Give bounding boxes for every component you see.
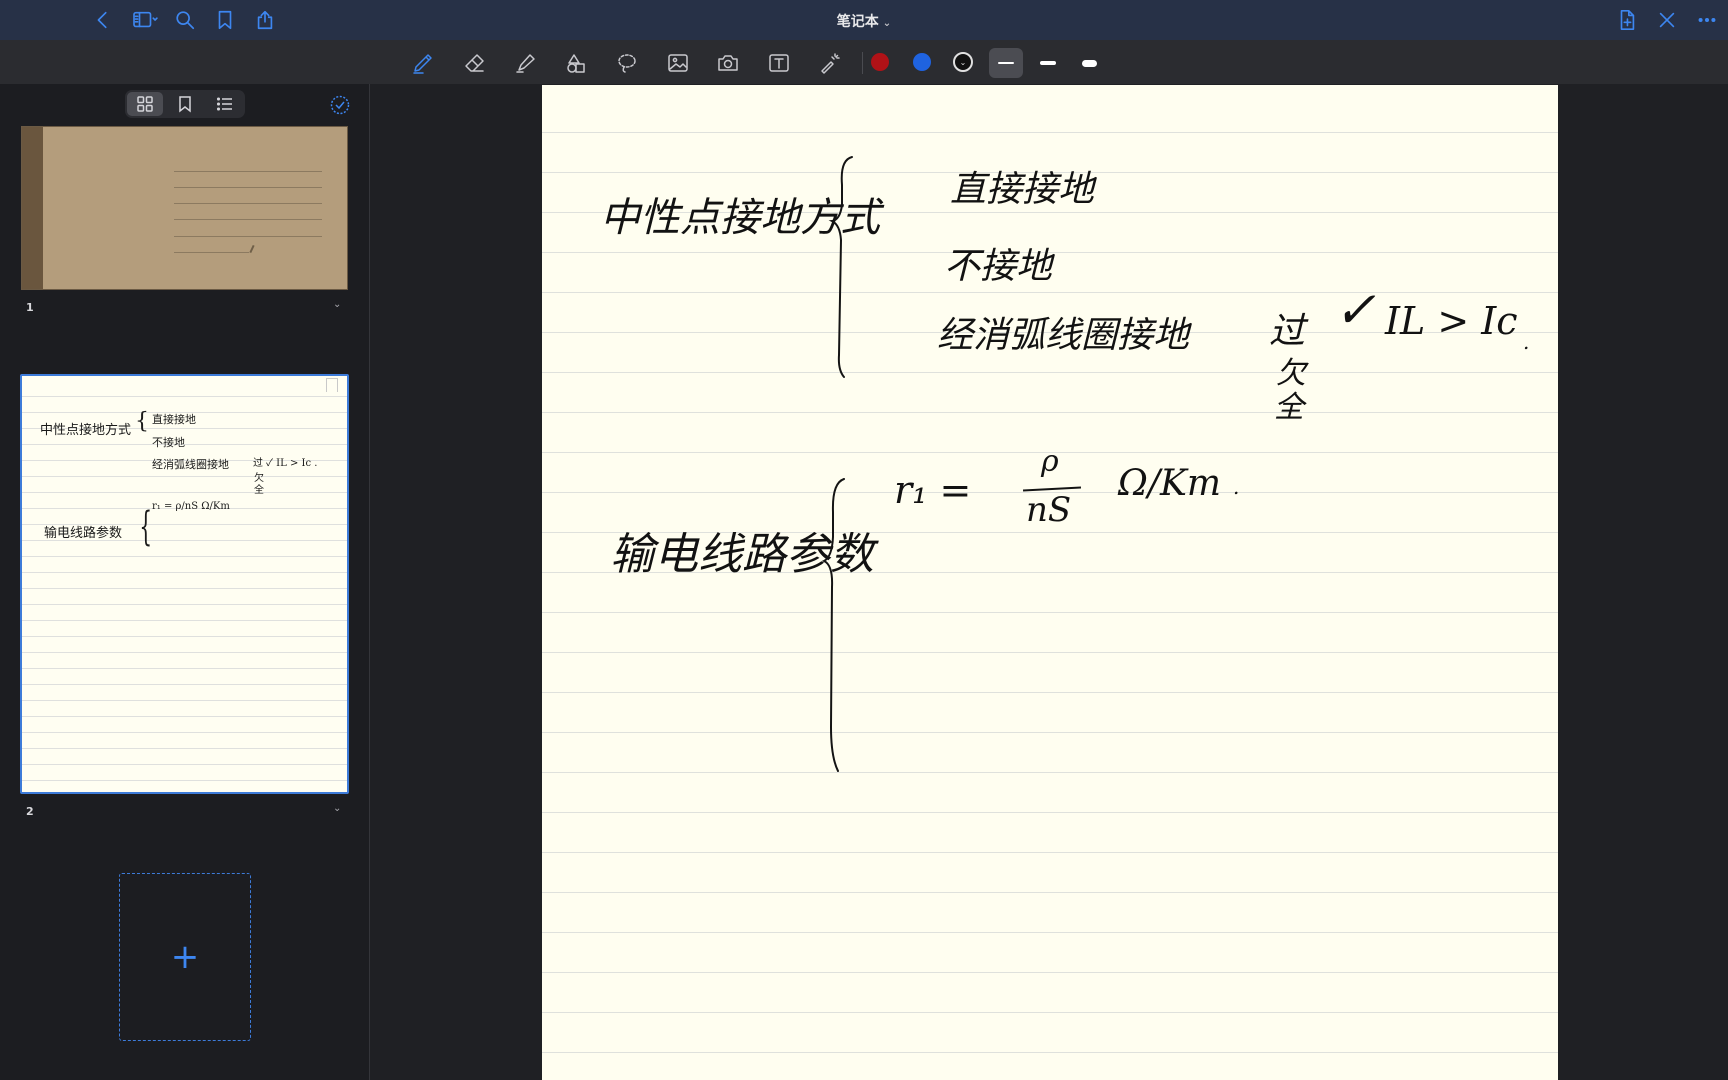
formula-r1: r₁ = xyxy=(894,468,972,512)
select-pages-icon[interactable] xyxy=(329,94,351,116)
plus-icon: + xyxy=(170,937,200,977)
stroke-width-medium[interactable] xyxy=(1031,48,1065,78)
color-black-swatch[interactable]: ⌄ xyxy=(953,52,973,72)
label-over: 过 xyxy=(1269,311,1306,352)
add-page-button[interactable]: + xyxy=(119,873,251,1041)
item-direct-grounding: 直接接地 xyxy=(950,169,1095,210)
lasso-icon[interactable] xyxy=(612,48,642,78)
page-number-2: 2 xyxy=(26,805,34,818)
camera-icon[interactable] xyxy=(713,48,743,78)
notebook-spine xyxy=(22,127,43,289)
stroke-width-thick[interactable] xyxy=(1072,48,1106,78)
thumb-item-1: 直接接地 xyxy=(152,413,196,426)
thumb-formula: r₁ = ρ/nS Ω/Km xyxy=(152,501,230,512)
brace-2 xyxy=(821,478,845,772)
add-page-icon[interactable] xyxy=(1615,8,1639,32)
more-icon[interactable] xyxy=(1695,8,1719,32)
item-ungrounded: 不接地 xyxy=(944,246,1053,287)
formula-rho: ρ xyxy=(1041,444,1059,479)
laser-pointer-icon[interactable] xyxy=(815,48,845,78)
thumb-topic-1: 中性点接地方式 xyxy=(40,423,132,438)
grid-view-icon[interactable] xyxy=(127,92,163,116)
ink-dot-1: . xyxy=(1523,330,1530,354)
cover-mark xyxy=(249,244,255,254)
thumb-topic-2: 输电线路参数 xyxy=(44,526,123,541)
chevron-down-icon[interactable]: ⌄ xyxy=(883,18,891,29)
thumb-brace-2: { xyxy=(139,504,153,550)
view-mode-segmented-control xyxy=(125,90,245,118)
chevron-down-icon: ⌄ xyxy=(959,57,967,67)
page-number-1: 1 xyxy=(26,301,34,314)
inequality-il-ic: IL > Ic xyxy=(1385,299,1518,343)
pen-icon[interactable] xyxy=(408,48,438,78)
close-icon[interactable] xyxy=(1655,8,1679,32)
color-blue-swatch[interactable] xyxy=(913,53,931,71)
formula-denominator: nS xyxy=(1026,490,1072,530)
note-page-canvas[interactable]: 中性点接地方式 直接接地 不接地 经消弧线圈接地 过 ✓ IL > Ic . 欠… xyxy=(542,85,1558,1080)
thumb-item-2: 不接地 xyxy=(152,436,185,449)
highlighter-icon[interactable] xyxy=(511,48,541,78)
color-red-swatch[interactable] xyxy=(871,53,889,71)
document-title[interactable]: 笔记本 ⌄ xyxy=(0,11,1728,31)
page-thumbnail-2[interactable]: 中性点接地方式 { 直接接地 不接地 经消弧线圈接地 过 ✓ IL > Ic .… xyxy=(20,374,349,794)
item-arc-coil-grounding: 经消弧线圈接地 xyxy=(937,315,1190,356)
label-full: 全 xyxy=(1274,390,1304,425)
chevron-down-icon[interactable]: ⌄ xyxy=(333,803,341,814)
title-bar: 笔记本 ⌄ xyxy=(0,0,1728,40)
eraser-icon[interactable] xyxy=(460,48,490,78)
brace-1 xyxy=(828,156,853,378)
page-thumbnail-1[interactable] xyxy=(21,126,348,290)
ink-dot-2: . xyxy=(1233,475,1240,499)
drawing-toolbar: ⌄ xyxy=(0,40,1728,84)
stroke-width-thin[interactable] xyxy=(989,48,1023,78)
checkmark-icon: ✓ xyxy=(1334,281,1376,339)
thumb-note-1: 过 ✓ IL > Ic . xyxy=(253,458,318,469)
document-title-text[interactable]: 笔记本 xyxy=(837,14,879,30)
chevron-down-icon[interactable]: ⌄ xyxy=(333,299,341,310)
thumb-brace-1: { xyxy=(135,409,149,434)
page-bookmark-icon[interactable] xyxy=(326,378,338,392)
thumb-item-3: 经消弧线圈接地 xyxy=(152,458,229,471)
image-icon[interactable] xyxy=(663,48,693,78)
bookmark-view-icon[interactable] xyxy=(167,92,203,116)
textbox-icon[interactable] xyxy=(764,48,794,78)
thumb-note-1c: 全 xyxy=(254,485,264,496)
toolbar-divider xyxy=(862,52,863,74)
unit-ohm-per-km: Ω/Km xyxy=(1118,463,1222,504)
shapes-icon[interactable] xyxy=(561,48,591,78)
page-sidebar: 1 ⌄ 中性点接地方式 { 直接接地 不接地 经消弧线圈接地 过 ✓ IL > … xyxy=(0,84,370,1080)
outline-view-icon[interactable] xyxy=(207,92,243,116)
